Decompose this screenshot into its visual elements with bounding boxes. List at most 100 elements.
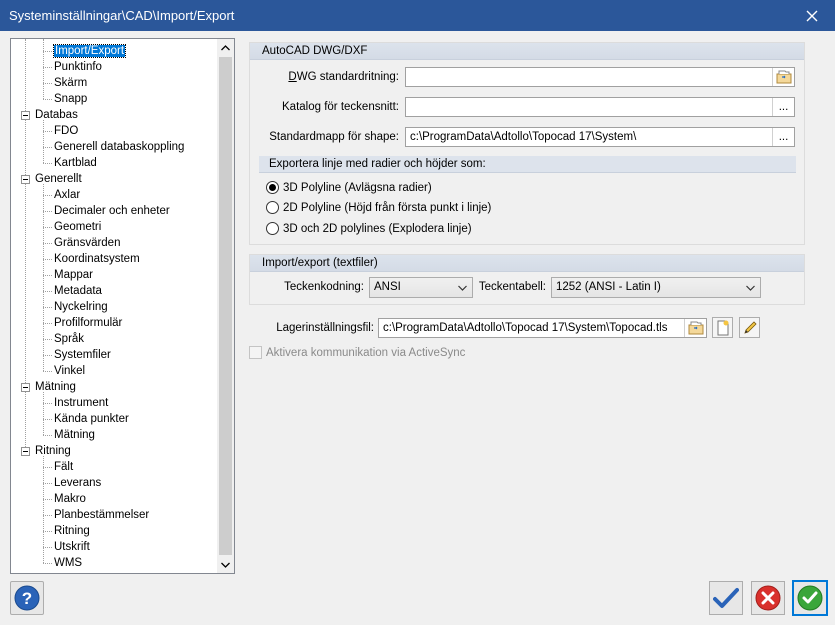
collapse-toggle[interactable] xyxy=(21,383,30,392)
browse-label: ... xyxy=(778,131,789,143)
tree-item[interactable]: Instrument xyxy=(54,395,108,411)
tree-item[interactable]: Axlar xyxy=(54,187,80,203)
tree-item[interactable]: FDO xyxy=(54,123,78,139)
tree-item[interactable]: Profilformulär xyxy=(54,315,122,331)
tree-branch-line xyxy=(43,184,44,371)
tree-item[interactable]: Koordinatsystem xyxy=(54,251,140,267)
browse-label: ... xyxy=(778,101,789,113)
tree-item[interactable]: WMS xyxy=(54,555,82,571)
radio-button[interactable] xyxy=(266,201,279,215)
radio-button[interactable] xyxy=(266,222,279,236)
tree-group-node[interactable]: Databas xyxy=(35,107,78,123)
char-table-value: 1252 (ANSI - Latin I) xyxy=(556,281,661,293)
tree-branch-line xyxy=(43,120,44,163)
help-button[interactable]: ? xyxy=(10,581,44,615)
layer-file-browse-button[interactable] xyxy=(684,319,706,337)
tree-connector xyxy=(43,515,52,516)
tree-group-node[interactable]: Mätning xyxy=(35,379,76,395)
tree-item-label: Koordinatsystem xyxy=(54,253,140,265)
cancel-icon xyxy=(755,585,781,611)
new-layer-file-button[interactable] xyxy=(712,317,733,338)
tree-connector xyxy=(43,531,52,532)
tree-item[interactable]: Mätning xyxy=(54,427,95,443)
help-icon: ? xyxy=(14,585,40,611)
tree-item-label: Vinkel xyxy=(54,365,86,377)
tree-connector xyxy=(43,67,52,68)
tree-item[interactable]: Ritning xyxy=(54,523,90,539)
tree-item[interactable]: Gränsvärden xyxy=(54,235,120,251)
scroll-up-button[interactable] xyxy=(217,39,234,56)
activesync-option: Aktivera kommunikation via ActiveSync xyxy=(249,345,465,361)
tree-item-label: Kända punkter xyxy=(54,413,129,425)
tree-item[interactable]: Snapp xyxy=(54,91,87,107)
tree-connector xyxy=(43,83,52,84)
dwg-browse-button[interactable] xyxy=(772,68,794,86)
tree-item[interactable]: Punktinfo xyxy=(54,59,102,75)
tree-item[interactable]: Språk xyxy=(54,331,84,347)
tree-item[interactable]: Import/Export xyxy=(52,43,127,59)
tree-item-label: Profilformulär xyxy=(54,317,123,329)
apply-button[interactable] xyxy=(709,581,743,615)
close-button[interactable] xyxy=(789,0,835,31)
radio-explode[interactable]: 3D och 2D polylines (Explodera linje) xyxy=(266,220,472,238)
shape-folder-browse-button[interactable]: ... xyxy=(772,128,794,146)
tree-connector xyxy=(43,291,52,292)
title-bar: Systeminställningar\CAD\Import/Export xyxy=(0,0,835,31)
dwg-standard-input[interactable] xyxy=(405,67,795,87)
font-folder-input[interactable]: ... xyxy=(405,97,795,117)
tree-item[interactable]: Decimaler och enheter xyxy=(54,203,170,219)
tree-item-label: Import/Export xyxy=(52,44,127,58)
tree-connector xyxy=(43,147,52,148)
tree-item[interactable]: Leverans xyxy=(54,475,101,491)
tree-item[interactable]: Fält xyxy=(54,459,73,475)
tree-group-node[interactable]: Generellt xyxy=(35,171,82,187)
font-folder-browse-button[interactable]: ... xyxy=(772,98,794,116)
scroll-thumb[interactable] xyxy=(219,57,232,555)
textfiles-group: Import/export (textfiler) Teckenkodning:… xyxy=(249,254,805,305)
tree-item-label: Makro xyxy=(54,493,86,505)
radio-2d-polyline[interactable]: 2D Polyline (Höjd från första punkt i li… xyxy=(266,199,491,217)
tree-item[interactable]: Kända punkter xyxy=(54,411,129,427)
tree-item-label: Instrument xyxy=(54,397,109,409)
tree-connector xyxy=(43,355,52,356)
tree-item[interactable]: Utskrift xyxy=(54,539,90,555)
scroll-down-button[interactable] xyxy=(217,556,234,573)
shape-folder-input[interactable]: c:\ProgramData\Adtollo\Topocad 17\System… xyxy=(405,127,795,147)
radio-button[interactable] xyxy=(266,181,279,195)
tree-item[interactable]: Kartblad xyxy=(54,155,97,171)
tree-item-label: Databas xyxy=(35,109,78,121)
tree-item-label: WMS xyxy=(54,557,83,569)
tree-item[interactable]: Mappar xyxy=(54,267,93,283)
char-table-select[interactable]: 1252 (ANSI - Latin I) xyxy=(551,277,761,298)
tree-item[interactable]: Generell databaskoppling xyxy=(54,139,184,155)
tree-item[interactable]: Skärm xyxy=(54,75,87,91)
tree-connector xyxy=(43,435,52,436)
tree-connector xyxy=(43,51,52,52)
tree-scrollbar[interactable] xyxy=(217,39,234,573)
settings-tree[interactable]: Import/Export Punktinfo Skärm Snapp Databas F… xyxy=(10,38,235,574)
collapse-toggle[interactable] xyxy=(21,111,30,120)
tree-connector xyxy=(43,403,52,404)
layer-file-input[interactable]: c:\ProgramData\Adtollo\Topocad 17\System… xyxy=(378,318,707,338)
radio-3d-polyline[interactable]: 3D Polyline (Avlägsna radier) xyxy=(266,179,432,197)
collapse-toggle[interactable] xyxy=(21,447,30,456)
tree-branch-line xyxy=(43,456,44,563)
ok-button[interactable] xyxy=(792,580,828,616)
collapse-toggle[interactable] xyxy=(21,175,30,184)
tree-item[interactable]: Nyckelring xyxy=(54,299,108,315)
tree-item[interactable]: Makro xyxy=(54,491,86,507)
encoding-select[interactable]: ANSI xyxy=(369,277,473,298)
tree-item-label: Planbestämmelser xyxy=(54,509,150,521)
tree-item[interactable]: Systemfiler xyxy=(54,347,111,363)
tree-connector xyxy=(43,483,52,484)
cancel-button[interactable] xyxy=(751,581,785,615)
tree-connector xyxy=(43,547,52,548)
tree-connector xyxy=(43,259,52,260)
tree-item[interactable]: Geometri xyxy=(54,219,101,235)
tree-item[interactable]: Planbestämmelser xyxy=(54,507,149,523)
tree-item[interactable]: Metadata xyxy=(54,283,102,299)
tree-item[interactable]: Vinkel xyxy=(54,363,85,379)
edit-layer-file-button[interactable] xyxy=(739,317,760,338)
tree-group-node[interactable]: Ritning xyxy=(35,443,71,459)
tree-connector xyxy=(43,339,52,340)
